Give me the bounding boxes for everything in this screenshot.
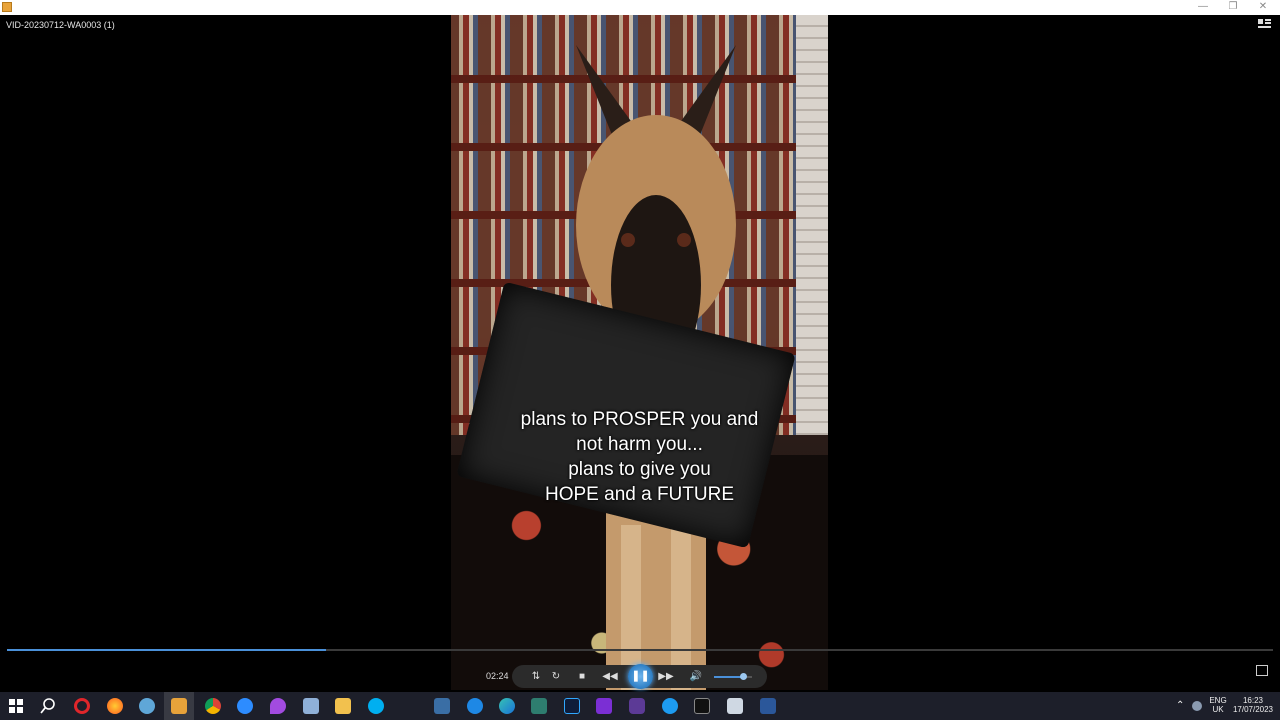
volume-slider-handle[interactable] (739, 673, 747, 680)
opera-icon[interactable] (74, 698, 90, 714)
media-player-icon[interactable] (171, 698, 187, 714)
network-tray-icon[interactable] (1192, 701, 1202, 711)
notepad-icon[interactable] (727, 698, 743, 714)
windows-start-icon[interactable] (8, 698, 24, 714)
clock-time: 16:23 (1242, 696, 1264, 705)
video-title: VID-20230712-WA0003 (1) (6, 20, 115, 30)
previous-button[interactable]: ◀◀ (602, 669, 618, 684)
wall-background (796, 15, 828, 435)
pause-button[interactable]: ❚❚ (628, 664, 653, 689)
volume-slider-fill (714, 676, 743, 678)
clock[interactable]: 16:23 17/07/2023 (1230, 696, 1276, 714)
edge-icon[interactable] (499, 698, 515, 714)
volume-icon[interactable]: 🔊 (688, 669, 704, 684)
minimize-icon[interactable]: — (1188, 0, 1218, 15)
firefox-icon[interactable] (107, 698, 123, 714)
caption-line: plans to PROSPER you and (520, 409, 759, 430)
video-frame[interactable]: plans to PROSPER you and not harm you...… (451, 15, 828, 690)
repeat-icon[interactable]: ↻ (548, 669, 564, 684)
chevron-up-icon[interactable]: ⌃ (1176, 700, 1184, 711)
app-purple-icon[interactable] (596, 698, 612, 714)
vpn-icon[interactable] (629, 698, 645, 714)
network-icon[interactable] (139, 698, 155, 714)
file-explorer-icon[interactable] (335, 698, 351, 714)
terminal-icon[interactable] (531, 698, 547, 714)
title-bar: — ❐ ✕ (0, 0, 1280, 15)
caption-line: HOPE and a FUTURE (545, 484, 734, 505)
seek-bar[interactable] (7, 649, 1273, 651)
playback-controls: ⇅ ↻ ■ ◀◀ ❚❚ ▶▶ 🔊 (512, 664, 767, 689)
drop-icon[interactable] (270, 698, 286, 714)
app-icon[interactable] (434, 698, 450, 714)
messaging-icon[interactable] (662, 698, 678, 714)
caption-line: plans to give you (568, 459, 711, 480)
photoshop-icon[interactable] (564, 698, 580, 714)
search-icon[interactable] (40, 698, 56, 714)
word-icon[interactable] (760, 698, 776, 714)
taskbar: ⌃ ENG UK 16:23 17/07/2023 (0, 692, 1280, 720)
language-top: ENG (1209, 696, 1227, 705)
elapsed-time: 02:24 (486, 671, 509, 681)
edge-legacy-icon[interactable] (467, 698, 483, 714)
chrome-icon[interactable] (205, 698, 221, 714)
app-icon (2, 2, 12, 12)
restore-icon[interactable]: ❐ (1218, 0, 1248, 15)
skype-icon[interactable] (368, 698, 384, 714)
caption-line: not harm you... (576, 434, 703, 455)
console-icon[interactable] (694, 698, 710, 714)
switch-view-icon[interactable] (1258, 19, 1271, 32)
shuffle-icon[interactable]: ⇅ (528, 669, 544, 684)
language-indicator[interactable]: ENG UK (1204, 696, 1232, 714)
video-caption: plans to PROSPER you and not harm you...… (451, 407, 828, 507)
zoom-icon[interactable] (237, 698, 253, 714)
stop-button[interactable]: ■ (574, 669, 590, 684)
language-bottom: UK (1212, 705, 1224, 714)
close-icon[interactable]: ✕ (1248, 0, 1278, 15)
seek-bar-fill (7, 649, 327, 651)
clock-date: 17/07/2023 (1232, 705, 1274, 714)
next-button[interactable]: ▶▶ (658, 669, 674, 684)
volume-slider[interactable] (714, 673, 752, 680)
fullscreen-icon[interactable] (1256, 665, 1268, 676)
pen-icon[interactable] (303, 698, 319, 714)
